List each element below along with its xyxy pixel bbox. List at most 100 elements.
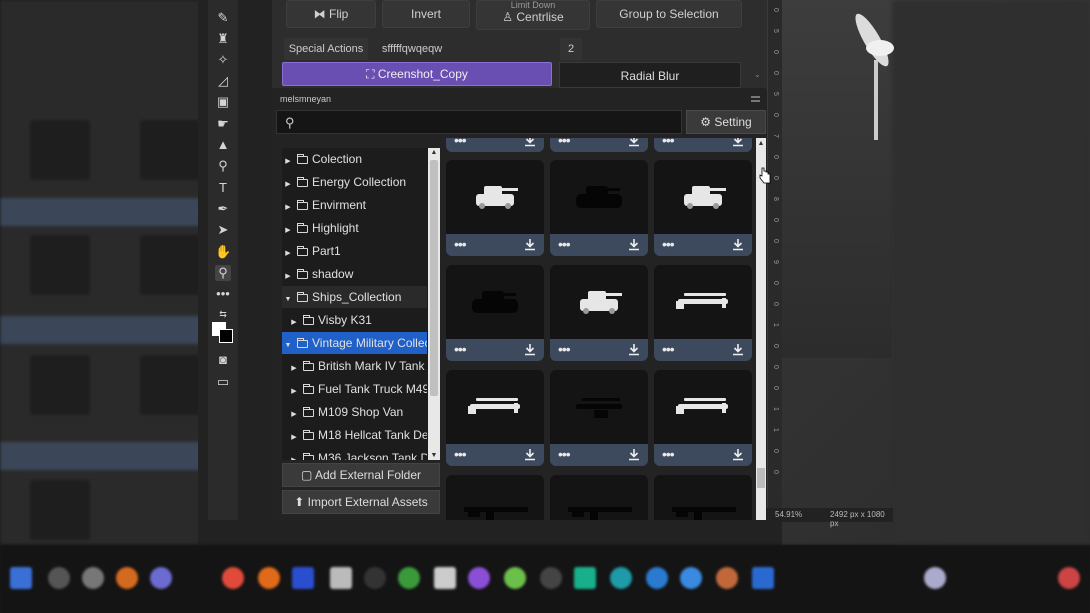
scroll-up-icon[interactable]: ▲ [756,140,766,147]
smudge-icon[interactable]: ☛ [215,116,231,132]
asset-thumbnail[interactable] [550,475,648,520]
group-to-selection-button[interactable]: Group to Selection [596,0,742,28]
tree-item-colection[interactable]: ▶ Colection [282,148,427,170]
asset-thumbnail[interactable] [550,265,648,339]
taskbar-app-icon[interactable] [116,567,138,589]
asset-thumbnail[interactable] [654,475,752,520]
taskbar-app-icon[interactable] [292,567,314,589]
download-icon[interactable] [628,448,640,461]
zoom-level[interactable]: 54.91% [775,510,802,519]
asset-thumbnail[interactable] [446,370,544,444]
asset-thumbnail[interactable] [446,160,544,234]
taskbar-app-icon[interactable] [10,567,32,589]
download-icon[interactable] [628,238,640,251]
more-options-icon[interactable]: ••• [662,138,675,148]
tree-item-envirment[interactable]: ▶ Envirment [282,194,427,216]
more-tools-icon[interactable]: ••• [215,286,231,302]
quick-mask-icon[interactable]: ◙ [215,352,231,368]
tree-scroll-thumb[interactable] [430,160,438,396]
taskbar-app-icon[interactable] [716,567,738,589]
expand-arrow-icon[interactable]: ▶ [282,151,294,170]
taskbar-app-icon[interactable] [504,567,526,589]
tree-item-m18-hellcat[interactable]: ▶ M18 Hellcat Tank Destroyer [282,424,427,446]
tree-item-visby-k31[interactable]: ▶ Visby K31 [282,309,427,331]
more-options-icon[interactable]: ••• [454,341,467,357]
asset-thumbnail[interactable] [550,370,648,444]
tab-count[interactable]: 2 [560,38,582,60]
path-select-icon[interactable]: ➤ [215,222,231,238]
expand-arrow-icon[interactable]: ▶ [288,404,300,423]
taskbar-app-icon[interactable] [330,567,352,589]
more-options-icon[interactable]: ••• [558,446,571,462]
expand-arrow-icon[interactable]: ▶ [288,358,300,377]
download-icon[interactable] [732,138,744,147]
expand-arrow-icon[interactable]: ▶ [288,450,300,460]
asset-thumbnail[interactable] [446,265,544,339]
asset-thumbnail[interactable] [654,160,752,234]
setting-button[interactable]: ⚙ Setting [686,110,766,134]
hand-icon[interactable]: ✋ [215,244,231,260]
scroll-down-icon[interactable]: ▼ [428,452,440,459]
taskbar-app-icon[interactable] [468,567,490,589]
tree-item-british-mark-iv-tank[interactable]: ▶ British Mark IV Tank [282,355,427,377]
brush-icon[interactable]: ✎ [215,10,231,26]
taskbar-app-icon[interactable] [434,567,456,589]
tab-sfffffqwqeqw[interactable]: sfffffqwqeqw [372,38,452,60]
background-color-swatch[interactable] [219,329,233,343]
asset-thumbnail[interactable] [654,265,752,339]
tree-item-energy-collection[interactable]: ▶ Energy Collection [282,171,427,193]
tree-item-fuel-tank-truck-m49[interactable]: ▶ Fuel Tank Truck M49 [282,378,427,400]
grid-scroll-thumb[interactable] [757,468,765,488]
taskbar-app-icon[interactable] [222,567,244,589]
stamp-icon[interactable]: ♜ [215,31,231,47]
screen-mode-icon[interactable]: ▭ [215,374,231,390]
asset-thumbnail[interactable] [446,475,544,520]
more-options-icon[interactable]: ••• [662,446,675,462]
radial-blur-button[interactable]: Radial Blur [559,62,741,88]
taskbar-app-icon[interactable] [48,567,70,589]
taskbar-app-icon[interactable] [150,567,172,589]
expand-arrow-icon[interactable]: ▶ [282,174,294,193]
pen-icon[interactable]: ✒ [215,201,231,217]
weather-icon[interactable] [924,567,946,589]
type-icon[interactable]: T [215,180,231,196]
expand-arrow-icon[interactable]: ▶ [282,266,294,285]
taskbar-app-icon[interactable] [646,567,668,589]
expand-arrow-icon[interactable]: ▶ [288,312,300,331]
tree-item-vintage-military-collection[interactable]: ▼ Vintage Military Collection [282,332,427,354]
taskbar-app-icon[interactable] [82,567,104,589]
more-options-icon[interactable]: ••• [558,341,571,357]
taskbar-app-icon[interactable] [752,567,774,589]
expand-arrow-icon[interactable]: ▶ [282,220,294,239]
import-external-assets-button[interactable]: ⬆ Import External Assets [282,490,440,514]
taskbar-app-icon[interactable] [610,567,632,589]
tree-item-ships-collection[interactable]: ▼ Ships_Collection [282,286,427,308]
more-options-icon[interactable]: ••• [454,138,467,148]
more-options-icon[interactable]: ••• [454,236,467,252]
flip-button[interactable]: ⧓ Flip [286,0,376,28]
tree-scrollbar[interactable]: ▲ ▼ [428,148,440,460]
eraser-icon[interactable]: ◿ [215,73,231,89]
download-icon[interactable] [732,238,744,251]
dodge-icon[interactable]: ⚲ [215,158,231,174]
download-icon[interactable] [524,238,536,251]
download-icon[interactable] [628,343,640,356]
more-options-icon[interactable]: ••• [662,341,675,357]
expand-arrow-icon[interactable]: ▶ [288,427,300,446]
tree-item-m109-shop-van[interactable]: ▶ M109 Shop Van [282,401,427,423]
asset-thumbnail[interactable] [550,160,648,234]
scroll-up-icon[interactable]: ▲ [428,149,440,156]
zoom-icon[interactable]: ⚲ [215,265,231,281]
taskbar-app-icon[interactable] [364,567,386,589]
taskbar-app-icon[interactable] [574,567,596,589]
grid-scrollbar[interactable]: ▲ [756,138,766,520]
more-options-icon[interactable]: ••• [454,446,467,462]
more-options-icon[interactable]: ••• [558,236,571,252]
collapse-arrow-icon[interactable]: ▼ [282,335,294,354]
download-icon[interactable] [732,448,744,461]
tree-item-shadow[interactable]: ▶ shadow [282,263,427,285]
swap-colors-icon[interactable]: ⇆ [215,306,231,322]
gradient-icon[interactable]: ▣ [215,94,231,110]
collapse-arrow-icon[interactable]: ▼ [282,289,294,308]
expand-arrow-icon[interactable]: ▶ [288,381,300,400]
